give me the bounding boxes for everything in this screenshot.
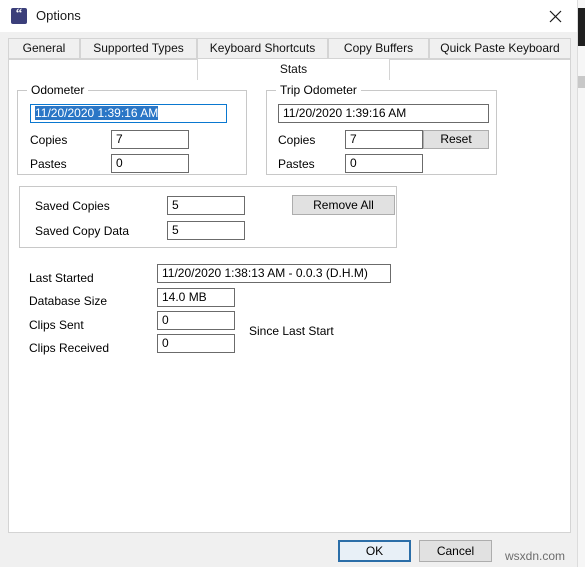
clips-received-field[interactable]: 0 [157,334,235,353]
tab-quick-paste-keyboard[interactable]: Quick Paste Keyboard [429,38,571,59]
tab-general[interactable]: General [8,38,80,59]
database-size-field[interactable]: 14.0 MB [157,288,235,307]
window-scrollbar[interactable] [577,0,585,567]
tab-stats[interactable]: Stats [197,58,390,80]
detail-stats-section: Last Started 11/20/2020 1:38:13 AM - 0.0… [9,60,570,532]
last-started-field[interactable]: 11/20/2020 1:38:13 AM - 0.0.3 (D.H.M) [157,264,391,283]
last-started-label: Last Started [29,271,94,285]
window-title: Options [36,8,81,23]
database-size-label: Database Size [29,294,108,308]
options-dialog: “ Options General Supported Types Keyboa… [0,0,578,567]
title-bar: “ Options [0,0,578,33]
clips-sent-label: Clips Sent [29,318,84,332]
tab-keyboard-shortcuts[interactable]: Keyboard Shortcuts [197,38,328,59]
scrollbar-marker [578,76,585,88]
dialog-footer: OK Cancel [0,533,578,567]
since-last-start-label: Since Last Start [249,324,334,338]
watermark: wsxdn.com [505,549,566,563]
scrollbar-thumb[interactable] [578,8,585,46]
ok-button[interactable]: OK [338,540,411,562]
clips-sent-field[interactable]: 0 [157,311,235,330]
tab-copy-buffers[interactable]: Copy Buffers [328,38,429,59]
quote-icon: “ [11,5,27,24]
tab-supported-types[interactable]: Supported Types [80,38,197,59]
quote-glyph: “ [15,5,23,20]
cancel-button[interactable]: Cancel [419,540,492,562]
close-icon[interactable] [533,0,578,30]
clips-received-label: Clips Received [29,341,110,355]
stats-tab-panel: Odometer 11/20/2020 1:39:16 AM Copies 7 … [8,59,571,533]
